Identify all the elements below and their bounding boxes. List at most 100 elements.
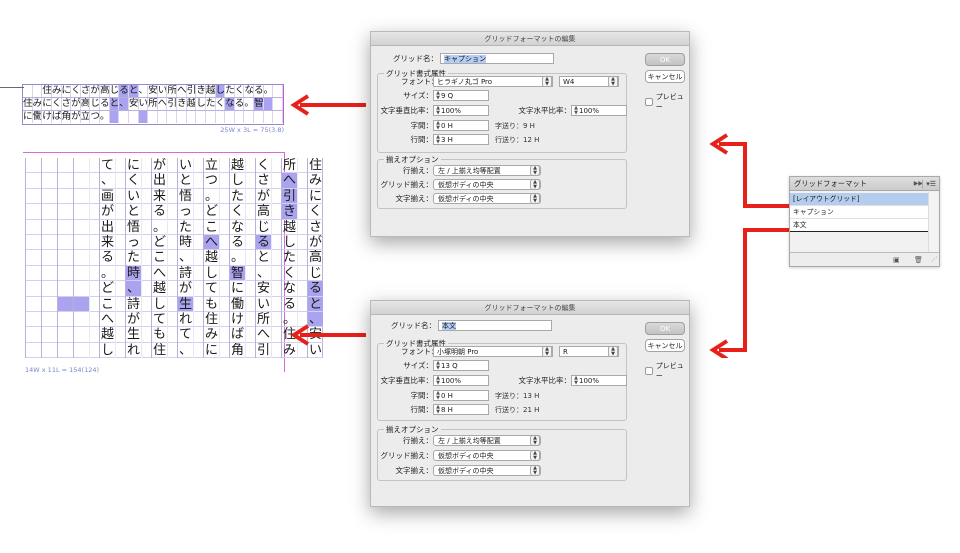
- dialog-title[interactable]: グリッドフォーマットの編集: [371, 301, 689, 315]
- line-align-select[interactable]: 左 / 上揃え均等配置 ▲ ▼: [433, 165, 541, 176]
- font-family-combo[interactable]: ヒラギノ丸ゴ Pro ▲ ▼: [433, 76, 553, 87]
- chevron-updown-icon[interactable]: ▲ ▼: [530, 165, 540, 176]
- font-style-combo[interactable]: W4 ▲ ▼: [559, 76, 619, 87]
- grid-cell: な: [230, 219, 245, 235]
- grid-cell: [58, 312, 73, 328]
- trash-icon[interactable]: 🗑: [914, 256, 923, 264]
- checkbox-box[interactable]: [645, 98, 653, 106]
- panel-menu-icon[interactable]: ▾☰: [922, 179, 936, 188]
- panel-tab[interactable]: グリッドフォーマット ▶▶ ▾☰: [790, 177, 939, 191]
- vertical-scale-stepper[interactable]: ▲ ▼ 100%: [433, 375, 489, 386]
- leading-stepper[interactable]: ▲ ▼ 3 H: [433, 134, 489, 145]
- chevron-updown-icon[interactable]: ▲ ▼: [608, 346, 618, 357]
- grid-format-item[interactable]: 本文: [790, 219, 928, 232]
- cancel-button[interactable]: キャンセル: [645, 70, 685, 83]
- ok-button[interactable]: OK: [645, 53, 685, 66]
- grid-cell: [116, 189, 125, 205]
- grid-cell: じ: [256, 219, 271, 235]
- grid-format-item[interactable]: [レイアウトグリッド]: [790, 193, 928, 206]
- checkbox-box[interactable]: [645, 367, 653, 375]
- grid-cell: た: [282, 250, 297, 266]
- grid-column: くさが高じると、安い所へ引: [255, 158, 271, 359]
- grid-cell: [246, 297, 255, 312]
- grid-cell: [116, 297, 125, 312]
- leading-stepper[interactable]: ▲ ▼ 8 H: [433, 404, 489, 415]
- grid-cell: 働: [230, 296, 245, 312]
- preview-checkbox[interactable]: プレビュー: [645, 361, 689, 381]
- grid-cell: [298, 281, 307, 297]
- grid-align-select[interactable]: 仮想ボディの中央 ▲ ▼: [433, 450, 541, 461]
- grid-cell: 働: [32, 111, 43, 123]
- chevron-updown-icon[interactable]: ▲ ▼: [530, 435, 540, 446]
- grid-cell: 越: [204, 250, 219, 266]
- horizontal-scale-stepper[interactable]: ▲ ▼ 100%: [571, 375, 627, 386]
- grid-cell: 智: [254, 98, 264, 110]
- grid-cell: た: [178, 219, 193, 235]
- grid-cell: こ: [152, 250, 167, 266]
- grid-name-field[interactable]: キャプション: [440, 53, 554, 64]
- grid-cell: [58, 296, 73, 312]
- line-align-select[interactable]: 左 / 上揃え均等配置 ▲ ▼: [433, 435, 541, 446]
- size-stepper[interactable]: ▲ ▼ 13 Q: [433, 360, 489, 371]
- grid-cell: が: [71, 98, 81, 110]
- dialog-title[interactable]: グリッドフォーマットの編集: [371, 32, 689, 46]
- grid-cell: [116, 250, 125, 266]
- grid-cell: れ: [126, 342, 141, 359]
- grid-format-item[interactable]: キャプション: [790, 206, 928, 219]
- grid-align-select[interactable]: 仮想ボディの中央 ▲ ▼: [433, 179, 541, 190]
- horizontal-grid-frame[interactable]: 住みにくさが高じると、安い所へ引き越したくなる。住みにくさが高じると、安い所へ引…: [22, 84, 284, 125]
- grid-column: [73, 158, 89, 359]
- chevron-updown-icon[interactable]: ▲ ▼: [530, 465, 540, 476]
- tracking-stepper[interactable]: ▲ ▼ 0 H: [433, 120, 489, 131]
- grid-format-panel: グリッドフォーマット ▶▶ ▾☰ [レイアウトグリッド] キャプション 本文 ▣ 🗑…: [789, 176, 940, 267]
- arrow-panel-to-top-dialog-icon: [709, 133, 789, 208]
- grid-column: 立つ。どこへ越しても住みに: [203, 158, 219, 359]
- grid-cell: 詩: [126, 296, 141, 312]
- chevron-updown-icon[interactable]: ▲ ▼: [530, 193, 540, 204]
- vertical-scale-stepper[interactable]: ▲ ▼ 100%: [433, 105, 489, 116]
- size-label: サイズ：: [403, 91, 433, 100]
- new-format-icon[interactable]: ▣: [893, 256, 900, 264]
- resize-grip-icon[interactable]: ⋰: [931, 256, 937, 263]
- chevron-updown-icon[interactable]: ▲ ▼: [530, 450, 540, 461]
- cancel-button[interactable]: キャンセル: [645, 339, 685, 352]
- chevron-updown-icon[interactable]: ▲ ▼: [608, 76, 618, 87]
- grid-cell: [168, 343, 177, 359]
- char-align-select[interactable]: 仮想ボディの中央 ▲ ▼: [433, 193, 541, 204]
- tracking-stepper[interactable]: ▲ ▼ 0 H: [433, 390, 489, 401]
- preview-checkbox[interactable]: プレビュー: [645, 92, 689, 112]
- grid-cell: [246, 266, 255, 282]
- chevron-updown-icon[interactable]: ▲ ▼: [530, 179, 540, 190]
- vertical-grid-sample: 住みにくさが高じると、安い所へ引き越したくなる。住みくさが高じると、安い所へ引越…: [23, 152, 323, 374]
- grid-cell: [58, 158, 73, 174]
- chevron-updown-icon[interactable]: ▲ ▼: [542, 346, 552, 357]
- grid-cell: し: [282, 234, 297, 251]
- font-family-combo[interactable]: 小塚明朝 Pro ▲ ▼: [433, 346, 553, 357]
- char-align-select[interactable]: 仮想ボディの中央 ▲ ▼: [433, 465, 541, 476]
- grid-cell: に: [308, 188, 323, 205]
- grid-cell: じ: [90, 98, 100, 110]
- grid-cell: [42, 189, 57, 205]
- chevron-updown-icon[interactable]: ▲ ▼: [542, 76, 552, 87]
- grid-cell: に: [42, 98, 52, 110]
- size-stepper[interactable]: ▲ ▼ 9 Q: [433, 90, 489, 101]
- grid-cell: が: [308, 234, 323, 251]
- grid-name-field[interactable]: 本文: [438, 320, 552, 331]
- line-advance-readout: 行送り：21 H: [495, 405, 540, 414]
- column-gap: [219, 158, 229, 359]
- panel-scrollbar[interactable]: [928, 192, 938, 252]
- grid-format-dialog-body: グリッドフォーマットの編集 グリッド名： 本文 グリッド書式属性 フォント： 小…: [370, 300, 690, 507]
- grid-cell: こ: [100, 296, 115, 312]
- grid-cell: [58, 250, 73, 266]
- grid-cell: [90, 204, 99, 220]
- grid-cell: と: [178, 173, 193, 189]
- grid-cell: [220, 312, 229, 328]
- ok-button[interactable]: OK: [645, 322, 685, 335]
- line-align-label: 行揃え：: [403, 166, 433, 175]
- grid-cell: [168, 266, 177, 282]
- grid-cell: [90, 266, 99, 282]
- char-advance-readout: 字送り：9 H: [495, 121, 535, 130]
- font-style-combo[interactable]: R ▲ ▼: [559, 346, 619, 357]
- horizontal-scale-stepper[interactable]: ▲ ▼ 100%: [571, 105, 627, 116]
- vertical-grid-frame[interactable]: 住みにくさが高じると、安い所へ引き越したくなる。住みくさが高じると、安い所へ引越…: [25, 158, 323, 359]
